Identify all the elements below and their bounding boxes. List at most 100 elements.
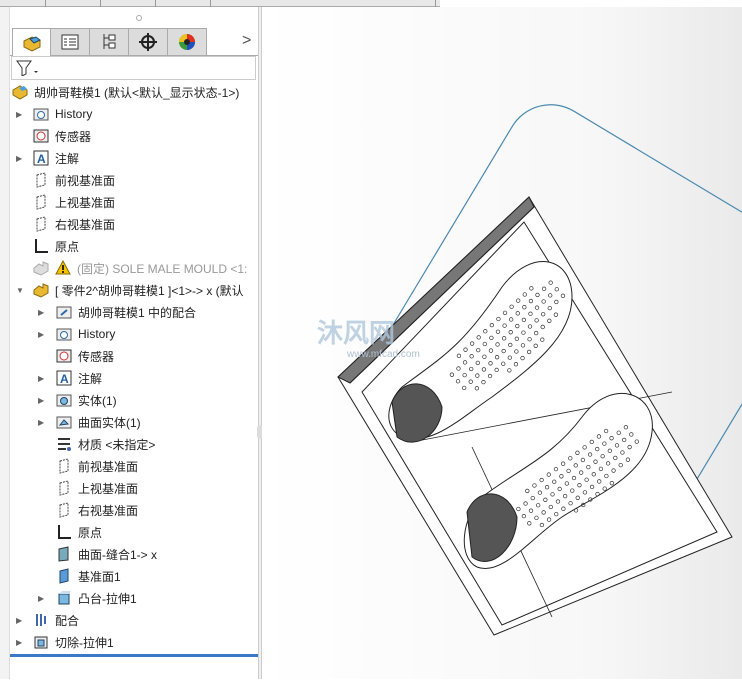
tree-item[interactable]: ▼ [ 零件2^胡帅哥鞋模1 ]<1>-> x (默认: [10, 279, 258, 301]
tree-item[interactable]: ▶ 胡帅哥鞋模1 中的配合: [10, 301, 258, 323]
expand-arrow-icon[interactable]: ▶: [38, 308, 48, 317]
tree-item-label: 前视基准面: [78, 459, 139, 474]
tree-item[interactable]: 上视基准面: [10, 477, 258, 499]
tree-item[interactable]: 右视基准面: [10, 213, 258, 235]
tab-dimxpert[interactable]: [128, 28, 168, 56]
svg-text:A: A: [60, 372, 69, 386]
mates-folder-icon: [56, 304, 72, 320]
top-tab-bar: [0, 0, 440, 7]
history-folder-icon: [56, 326, 72, 342]
expand-arrow-icon[interactable]: ▶: [38, 330, 48, 339]
panel-bottom-bar: [10, 654, 258, 657]
tree-item[interactable]: ▶ History: [10, 103, 258, 125]
tree-item[interactable]: ▶ A 注解: [10, 147, 258, 169]
plane-icon: [56, 480, 72, 496]
tree-item-label: 原点: [55, 239, 80, 254]
tree-item[interactable]: 传感器: [10, 125, 258, 147]
expand-arrow-icon[interactable]: ▶: [38, 594, 48, 603]
tree-item-label: 注解: [78, 371, 103, 386]
assembly-icon: [12, 84, 28, 100]
boss-extrude-icon: [56, 590, 72, 606]
tree-item[interactable]: ▶ 凸台-拉伸1: [10, 587, 258, 609]
origin-icon: [33, 238, 49, 254]
tree-item-label: 传感器: [78, 349, 115, 364]
expand-arrow-icon[interactable]: ▶: [38, 418, 48, 427]
tree-item-label: 胡帅哥鞋模1 中的配合: [78, 305, 197, 320]
tab-display-manager[interactable]: [167, 28, 207, 56]
expand-arrow-icon[interactable]: ▶: [38, 374, 48, 383]
expand-arrow-icon[interactable]: ▶: [16, 616, 26, 625]
expand-arrow-icon[interactable]: ▶: [16, 110, 26, 119]
tree-item[interactable]: ▶ History: [10, 323, 258, 345]
tree-item-label: 原点: [78, 525, 103, 540]
mates-icon: [33, 612, 49, 628]
plane-icon: [33, 194, 49, 210]
model-drawing: 沐风网 www.mfcad.com: [317, 104, 742, 636]
expand-arrow-icon[interactable]: ▶: [16, 638, 26, 647]
collapse-arrow-icon[interactable]: ▼: [16, 286, 26, 295]
tree-item[interactable]: ▶ 曲面实体(1): [10, 411, 258, 433]
tab-property-manager[interactable]: [50, 28, 90, 56]
tree-item-label: 右视基准面: [55, 217, 116, 232]
tree-item[interactable]: 曲面-缝合1-> x: [10, 543, 258, 565]
tree-item[interactable]: 上视基准面: [10, 191, 258, 213]
plane-icon: [33, 172, 49, 188]
tree-item[interactable]: (固定) SOLE MALE MOULD <1:: [10, 257, 258, 279]
expand-arrow-icon[interactable]: ▶: [38, 396, 48, 405]
svg-text:A: A: [37, 152, 46, 166]
warning-icon: [55, 260, 71, 276]
tab-feature-manager[interactable]: [12, 28, 52, 56]
expand-arrow-icon[interactable]: ▶: [16, 154, 26, 163]
surface-body-icon: [56, 414, 72, 430]
filter-icon: [16, 60, 38, 77]
tree-item-label: 上视基准面: [55, 195, 116, 210]
tree-item[interactable]: 传感器: [10, 345, 258, 367]
tree-item[interactable]: 原点: [10, 235, 258, 257]
tree-item[interactable]: 前视基准面: [10, 169, 258, 191]
watermark-url: www.mfcad.com: [346, 349, 420, 360]
tab-configuration-manager[interactable]: [89, 28, 129, 56]
tree-item-label: 曲面实体(1): [78, 415, 141, 430]
sensor-icon: [33, 128, 49, 144]
tree-item-label: 注解: [55, 151, 80, 166]
tree-item[interactable]: 前视基准面: [10, 455, 258, 477]
more-tabs-button[interactable]: >: [242, 32, 251, 50]
tree-item-label: 基准面1: [78, 569, 121, 584]
tree-item-label: 凸台-拉伸1: [78, 591, 137, 606]
tree-item-label: 实体(1): [78, 393, 117, 408]
tree-item-label: 材质 <未指定>: [78, 437, 156, 452]
tree-item-label: 右视基准面: [78, 503, 139, 518]
tree-item[interactable]: ▶ 配合: [10, 609, 258, 631]
panel-grip[interactable]: [136, 15, 142, 21]
feature-manager-panel: > 胡帅哥鞋模1 (默认<默认_显示状态-1>) ▶ History 传感器 ▶ A 注解前…: [10, 7, 258, 657]
solid-body-icon: [56, 392, 72, 408]
tree-item-label: 配合: [55, 613, 80, 628]
tree-item[interactable]: 原点: [10, 521, 258, 543]
tree-item[interactable]: ▶ 实体(1): [10, 389, 258, 411]
graphics-viewport[interactable]: 沐风网 www.mfcad.com: [262, 7, 742, 679]
plane-blue-icon: [56, 568, 72, 584]
tree-item[interactable]: 材质 <未指定>: [10, 433, 258, 455]
tree-item-label: 切除-拉伸1: [55, 635, 114, 650]
property-manager-icon: [61, 34, 79, 50]
annotation-icon: A: [56, 370, 72, 386]
plane-icon: [56, 458, 72, 474]
tree-item[interactable]: ▶ A 注解: [10, 367, 258, 389]
tree-item[interactable]: ▶ 切除-拉伸1: [10, 631, 258, 653]
annotation-icon: A: [33, 150, 49, 166]
tree-item-label: History: [78, 327, 116, 341]
tree-item-label: History: [55, 107, 93, 121]
tree-item[interactable]: 胡帅哥鞋模1 (默认<默认_显示状态-1>): [10, 81, 258, 103]
material-icon: [56, 436, 72, 452]
part-suppressed-icon: [33, 260, 49, 276]
display-manager-icon: [179, 34, 195, 50]
cut-extrude-icon: [33, 634, 49, 650]
tree-filter[interactable]: [11, 56, 256, 80]
feature-tree: 胡帅哥鞋模1 (默认<默认_显示状态-1>) ▶ History 传感器 ▶ A 注解 前视基…: [10, 81, 258, 653]
tree-item-label: 胡帅哥鞋模1 (默认<默认_显示状态-1>): [34, 85, 240, 100]
tree-item[interactable]: 基准面1: [10, 565, 258, 587]
origin-icon: [56, 524, 72, 540]
watermark: 沐风网: [317, 318, 395, 348]
tree-item-label: (固定) SOLE MALE MOULD <1:: [77, 261, 248, 276]
tree-item[interactable]: 右视基准面: [10, 499, 258, 521]
